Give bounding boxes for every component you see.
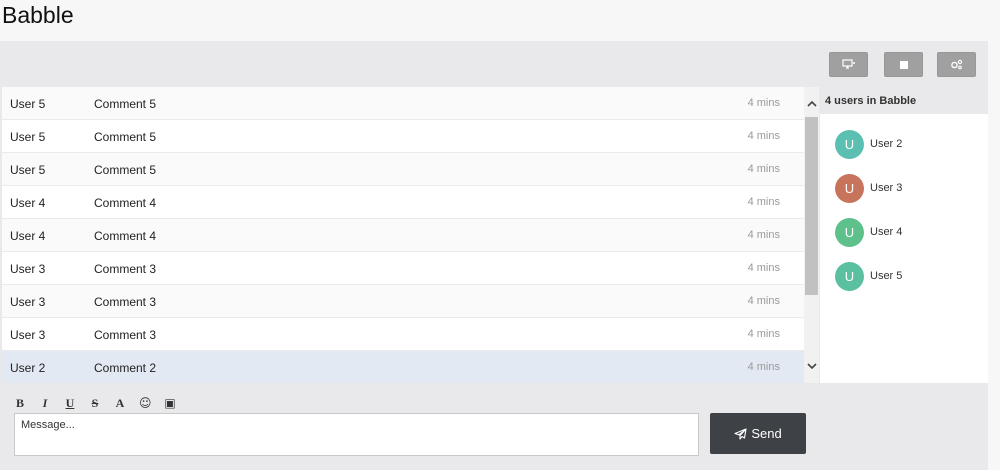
message-text: Comment 5: [94, 130, 157, 144]
monitor-arrows-icon: [841, 59, 855, 69]
message-user: User 3: [10, 262, 46, 276]
message-time: 4 mins: [747, 97, 780, 109]
message-row[interactable]: User 4 Comment 4 4 mins: [2, 219, 804, 252]
users-panel: 4 users in Babble U User 2 U User 3 U Us…: [820, 87, 988, 383]
message-row[interactable]: User 5 Comment 5 4 mins: [2, 87, 804, 120]
avatar: U: [835, 129, 864, 159]
message-list[interactable]: User 5 Comment 5 4 mins User 5 Comment 5…: [2, 87, 804, 383]
underline-button[interactable]: U: [64, 396, 76, 410]
message-row[interactable]: User 4 Comment 4 4 mins: [2, 186, 804, 219]
message-text: Comment 5: [94, 163, 157, 177]
message-time: 4 mins: [747, 262, 780, 274]
message-user: User 2: [10, 361, 46, 375]
user-name: User 5: [870, 270, 903, 282]
strikethrough-button[interactable]: S: [89, 396, 101, 410]
font-color-button[interactable]: A: [114, 396, 126, 410]
screen-share-button[interactable]: [829, 52, 868, 77]
message-text: Comment 3: [94, 295, 157, 309]
message-row[interactable]: User 5 Comment 5 4 mins: [2, 120, 804, 153]
stop-square-icon: [899, 60, 908, 69]
message-time: 4 mins: [747, 163, 780, 175]
avatar: U: [835, 261, 864, 291]
settings-gears-icon: [951, 59, 963, 70]
chat-panel: User 5 Comment 5 4 mins User 5 Comment 5…: [0, 41, 988, 470]
embed-button[interactable]: ▣: [164, 396, 176, 410]
message-text: Comment 3: [94, 262, 157, 276]
chat-toolbar: [0, 41, 988, 87]
message-user: User 5: [10, 163, 46, 177]
app-title: Babble: [2, 2, 74, 28]
users-count-header: 4 users in Babble: [820, 87, 988, 114]
message-time: 4 mins: [747, 229, 780, 241]
user-list-item[interactable]: U User 3: [835, 173, 902, 203]
avatar: U: [835, 217, 864, 247]
emoji-button[interactable]: ☺: [139, 396, 152, 410]
scroll-thumb[interactable]: [805, 117, 818, 295]
message-row[interactable]: User 3 Comment 3 4 mins: [2, 252, 804, 285]
user-name: User 4: [870, 226, 903, 238]
message-time: 4 mins: [747, 328, 780, 340]
message-row[interactable]: User 3 Comment 3 4 mins: [2, 285, 804, 318]
message-time: 4 mins: [747, 130, 780, 142]
message-user: User 4: [10, 229, 46, 243]
message-input[interactable]: [14, 413, 699, 456]
user-name: User 3: [870, 182, 903, 194]
message-user: User 4: [10, 196, 46, 210]
message-user: User 5: [10, 130, 46, 144]
chevron-down-icon: [806, 362, 817, 369]
paper-plane-icon: [734, 427, 747, 440]
message-user: User 3: [10, 328, 46, 342]
stop-button[interactable]: [884, 52, 923, 77]
user-list-item[interactable]: U User 5: [835, 261, 902, 291]
send-button[interactable]: Send: [710, 413, 806, 454]
italic-button[interactable]: I: [39, 396, 51, 410]
send-label: Send: [751, 426, 782, 441]
settings-button[interactable]: [937, 52, 976, 77]
message-scrollbar[interactable]: [804, 87, 819, 383]
bold-button[interactable]: B: [14, 396, 26, 410]
message-text: Comment 4: [94, 196, 157, 210]
message-user: User 3: [10, 295, 46, 309]
chevron-up-icon: [806, 100, 817, 107]
message-user: User 5: [10, 97, 46, 111]
message-time: 4 mins: [747, 295, 780, 307]
format-toolbar: B I U S A ☺ ▣: [14, 395, 189, 411]
avatar: U: [835, 173, 864, 203]
message-text: Comment 3: [94, 328, 157, 342]
message-row[interactable]: User 5 Comment 5 4 mins: [2, 153, 804, 186]
message-text: Comment 4: [94, 229, 157, 243]
message-composer: B I U S A ☺ ▣ Send: [0, 383, 820, 470]
user-name: User 2: [870, 138, 903, 150]
scroll-down-button[interactable]: [804, 357, 819, 375]
message-row[interactable]: User 3 Comment 3 4 mins: [2, 318, 804, 351]
message-text: Comment 5: [94, 97, 157, 111]
message-text: Comment 2: [94, 361, 157, 375]
user-list-item[interactable]: U User 4: [835, 217, 902, 247]
user-list-item[interactable]: U User 2: [835, 129, 902, 159]
scroll-up-button[interactable]: [804, 94, 819, 112]
message-time: 4 mins: [747, 361, 780, 373]
message-row-selected[interactable]: User 2 Comment 2 4 mins: [2, 351, 804, 383]
message-time: 4 mins: [747, 196, 780, 208]
